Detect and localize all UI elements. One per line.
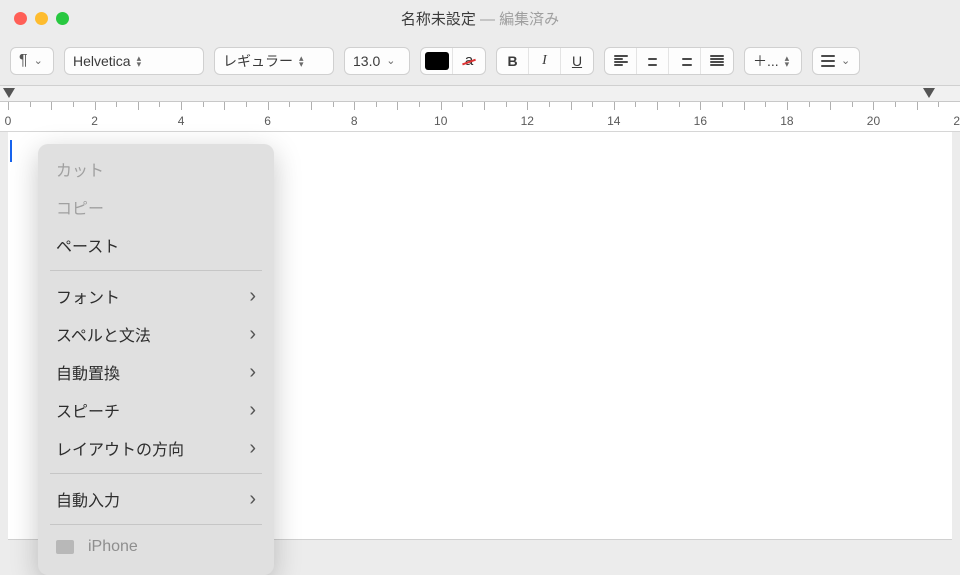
context-substitutions-label: 自動置換 — [56, 360, 120, 384]
text-cursor — [10, 140, 12, 162]
font-style-select[interactable]: レギュラー ▴▾ — [214, 47, 334, 75]
menu-separator — [50, 524, 262, 525]
underline-button[interactable]: U — [561, 48, 593, 74]
align-right-icon — [678, 55, 692, 67]
chevron-right-icon — [249, 285, 256, 308]
device-thumb-icon — [56, 540, 74, 554]
updown-icon: ▴▾ — [137, 55, 141, 67]
context-font[interactable]: フォント — [38, 277, 274, 315]
ruler-number: 12 — [521, 114, 534, 128]
context-iphone[interactable]: iPhone — [38, 531, 274, 563]
align-justify-button[interactable] — [701, 48, 733, 74]
context-autofill[interactable]: 自動入力 — [38, 480, 274, 518]
font-size-select[interactable]: 13.0 — [344, 47, 410, 75]
chevron-down-icon — [841, 58, 849, 64]
chevron-right-icon — [249, 361, 256, 384]
updown-icon: ▴▾ — [785, 55, 789, 67]
ruler-number: 22 — [953, 114, 960, 128]
menu-separator — [50, 270, 262, 271]
left-indent-marker[interactable] — [3, 88, 15, 98]
alignment-group — [604, 47, 734, 75]
chevron-right-icon — [249, 437, 256, 460]
ruler-number: 16 — [694, 114, 707, 128]
color-swatch-icon — [425, 52, 449, 70]
align-left-icon — [614, 55, 628, 67]
align-justify-icon — [710, 55, 724, 67]
font-family-value: Helvetica — [73, 53, 131, 69]
right-indent-marker[interactable] — [923, 88, 935, 98]
spacing-label: ＋... — [753, 51, 779, 71]
text-color-button[interactable] — [421, 48, 453, 74]
window-title: 名称未設定 — 編集済み — [0, 8, 960, 29]
updown-icon: ▴▾ — [299, 55, 303, 67]
menu-separator — [50, 473, 262, 474]
color-group: a — [420, 47, 486, 75]
context-spelling[interactable]: スペルと文法 — [38, 315, 274, 353]
context-autofill-label: 自動入力 — [56, 487, 120, 511]
no-highlight-icon: a — [465, 52, 473, 69]
close-window-button[interactable] — [14, 12, 27, 25]
text-style-group: B I U — [496, 47, 594, 75]
font-size-value: 13.0 — [353, 53, 380, 69]
ruler-number: 4 — [178, 114, 185, 128]
context-copy-label: コピー — [56, 195, 104, 219]
chevron-right-icon — [249, 399, 256, 422]
context-layout-label: レイアウトの方向 — [56, 436, 184, 460]
chevron-down-icon — [34, 58, 42, 64]
ruler-number: 14 — [607, 114, 620, 128]
document-title: 名称未設定 — [401, 11, 476, 28]
ruler-number: 20 — [867, 114, 880, 128]
ruler-number: 10 — [434, 114, 447, 128]
font-family-select[interactable]: Helvetica ▴▾ — [64, 47, 204, 75]
context-layout-direction[interactable]: レイアウトの方向 — [38, 429, 274, 467]
ruler-number: 6 — [264, 114, 271, 128]
context-cut-label: カット — [56, 157, 104, 181]
format-toolbar: ¶ Helvetica ▴▾ レギュラー ▴▾ 13.0 a B I U — [0, 36, 960, 86]
spacing-select[interactable]: ＋... ▴▾ — [744, 47, 802, 75]
bold-button[interactable]: B — [497, 48, 529, 74]
context-substitutions[interactable]: 自動置換 — [38, 353, 274, 391]
ruler-number: 18 — [780, 114, 793, 128]
context-spelling-label: スペルと文法 — [56, 322, 151, 346]
align-center-icon — [646, 55, 660, 67]
chevron-right-icon — [249, 488, 256, 511]
list-style-select[interactable] — [812, 47, 860, 75]
minimize-window-button[interactable] — [35, 12, 48, 25]
context-cut: カット — [38, 150, 274, 188]
chevron-down-icon — [386, 58, 394, 64]
context-speech[interactable]: スピーチ — [38, 391, 274, 429]
context-menu: カット コピー ペースト フォント スペルと文法 自動置換 スピーチ レイアウト… — [38, 144, 274, 575]
ruler-area: 0 2 4 6 8 10 12 14 16 18 20 22 — [0, 86, 960, 132]
font-style-value: レギュラー — [223, 51, 293, 71]
context-iphone-label: iPhone — [88, 538, 138, 556]
title-bar: 名称未設定 — 編集済み — [0, 0, 960, 36]
context-speech-label: スピーチ — [56, 398, 120, 422]
context-paste[interactable]: ペースト — [38, 226, 274, 264]
zoom-window-button[interactable] — [56, 12, 69, 25]
ruler-number: 8 — [351, 114, 358, 128]
highlight-color-button[interactable]: a — [453, 48, 485, 74]
document-status: — 編集済み — [480, 11, 559, 28]
context-paste-label: ペースト — [56, 233, 119, 257]
context-copy: コピー — [38, 188, 274, 226]
chevron-right-icon — [249, 323, 256, 346]
align-left-button[interactable] — [605, 48, 637, 74]
window-controls — [0, 12, 69, 25]
paragraph-icon: ¶ — [19, 52, 28, 70]
list-icon — [821, 55, 835, 67]
ruler-number: 0 — [5, 114, 12, 128]
align-center-button[interactable] — [637, 48, 669, 74]
italic-button[interactable]: I — [529, 48, 561, 74]
ruler-number: 2 — [91, 114, 98, 128]
ruler[interactable]: 0 2 4 6 8 10 12 14 16 18 20 22 — [0, 101, 960, 131]
paragraph-style-select[interactable]: ¶ — [10, 47, 54, 75]
context-font-label: フォント — [56, 284, 120, 308]
align-right-button[interactable] — [669, 48, 701, 74]
